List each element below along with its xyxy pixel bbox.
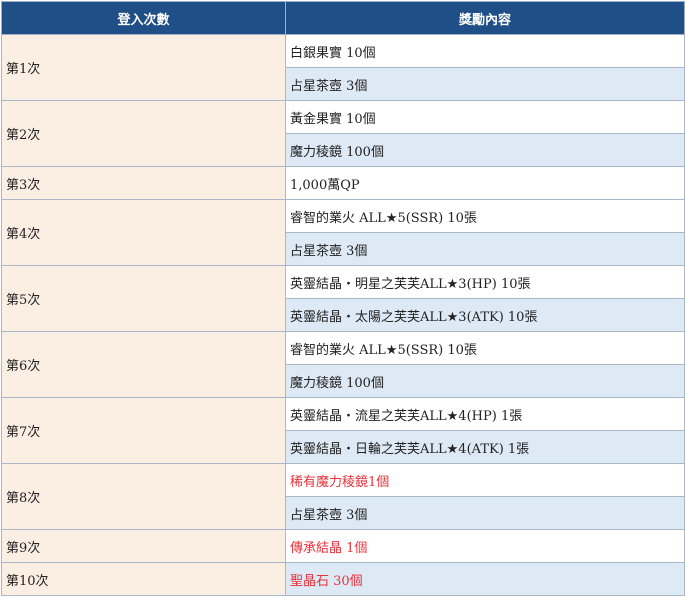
- reward-cell: 白銀果實 10個: [285, 34, 685, 68]
- login-count-cell: 第10次: [1, 562, 286, 596]
- table-row: 第4次 睿智的業火 ALL★5(SSR) 10張: [1, 199, 685, 266]
- reward-cell: 睿智的業火 ALL★5(SSR) 10張: [285, 199, 685, 233]
- table-row: 第9次 傳承結晶 1個: [1, 529, 685, 563]
- login-count-cell: 第7次: [1, 397, 286, 464]
- reward-cell: 黃金果實 10個: [285, 100, 685, 134]
- login-count-cell: 第3次: [1, 166, 286, 200]
- reward-cell: 魔力稜鏡 100個: [285, 133, 685, 167]
- login-count-cell: 第8次: [1, 463, 286, 530]
- login-count-header: 登入次數: [1, 1, 286, 35]
- table-row: 第6次 睿智的業火 ALL★5(SSR) 10張: [1, 331, 685, 398]
- reward-content-header: 獎勵內容: [285, 1, 685, 35]
- table-row: 第7次 英靈結晶・流星之芙芙ALL★4(HP) 1張: [1, 397, 685, 464]
- reward-cell: 占星茶壺 3個: [285, 496, 685, 530]
- login-count-cell: 第6次: [1, 331, 286, 398]
- reward-cell: 英靈結晶・太陽之芙芙ALL★3(ATK) 10張: [285, 298, 685, 332]
- table-row: 第1次 白銀果實 10個: [1, 34, 685, 101]
- reward-cell: 占星茶壺 3個: [285, 232, 685, 266]
- table-row: 第5次 英靈結晶・明星之芙芙ALL★3(HP) 10張: [1, 265, 685, 332]
- reward-cell: 睿智的業火 ALL★5(SSR) 10張: [285, 331, 685, 365]
- reward-cell: 占星茶壺 3個: [285, 67, 685, 101]
- table-body: 第1次 白銀果實 10個 占星茶壺 3個 第2次 黃金果實 10個 魔力稜鏡 1…: [1, 34, 685, 596]
- login-count-cell: 第5次: [1, 265, 286, 332]
- reward-cell-highlight: 傳承結晶 1個: [285, 529, 685, 563]
- login-rewards-table: 登入次數 獎勵內容 第1次 白銀果實 10個 占星茶壺 3個 第2次 黃金果實 …: [1, 1, 685, 596]
- login-count-cell: 第9次: [1, 529, 286, 563]
- reward-cell: 1,000萬QP: [285, 166, 685, 200]
- header-row: 登入次數 獎勵內容: [1, 1, 685, 35]
- reward-cell: 英靈結晶・明星之芙芙ALL★3(HP) 10張: [285, 265, 685, 299]
- login-count-cell: 第1次: [1, 34, 286, 101]
- table-row: 第8次 稀有魔力稜鏡1個: [1, 463, 685, 530]
- table-row: 第3次 1,000萬QP: [1, 166, 685, 200]
- table-row: 第10次 聖晶石 30個: [1, 562, 685, 596]
- reward-cell-highlight: 稀有魔力稜鏡1個: [285, 463, 685, 497]
- reward-cell-highlight: 聖晶石 30個: [285, 562, 685, 596]
- table-row: 第2次 黃金果實 10個: [1, 100, 685, 167]
- login-count-cell: 第2次: [1, 100, 286, 167]
- login-count-cell: 第4次: [1, 199, 286, 266]
- table-header: 登入次數 獎勵內容: [1, 1, 685, 35]
- reward-cell: 魔力稜鏡 100個: [285, 364, 685, 398]
- reward-cell: 英靈結晶・日輪之芙芙ALL★4(ATK) 1張: [285, 430, 685, 464]
- reward-cell: 英靈結晶・流星之芙芙ALL★4(HP) 1張: [285, 397, 685, 431]
